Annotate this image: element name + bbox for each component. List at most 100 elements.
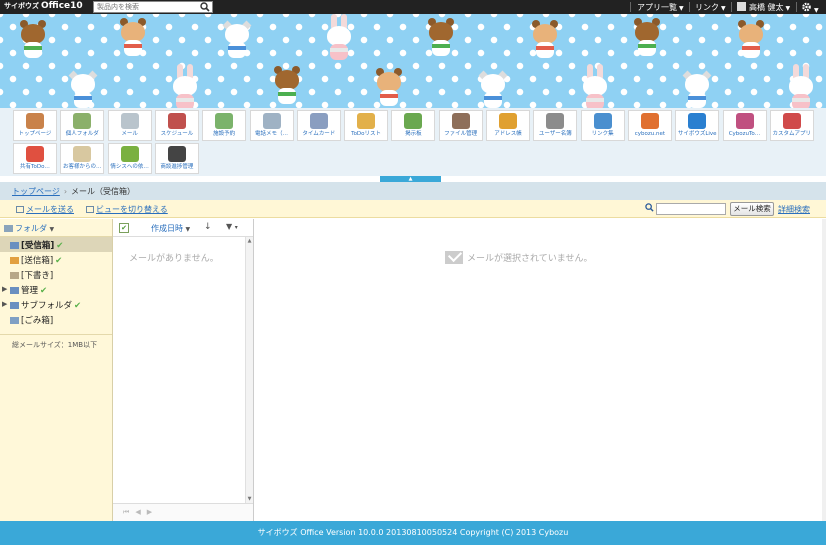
app-tile-label: 商談進捗管理 — [160, 164, 194, 170]
sort-dropdown[interactable]: 作成日時 ▼ — [151, 223, 190, 234]
app-list-menu[interactable]: アプリ一覧 ▼ — [637, 2, 684, 13]
request-box-icon — [120, 146, 139, 162]
folder-label: [ごみ箱] — [21, 316, 54, 326]
product-search-input[interactable] — [94, 2, 198, 12]
scroll-up-icon[interactable]: ▲ — [246, 237, 253, 245]
prev-page-icon[interactable]: ◀ — [135, 508, 146, 516]
links-label: リンク — [695, 3, 719, 12]
caret-down-icon: ▼ — [49, 226, 55, 233]
calendar-icon — [167, 113, 186, 129]
app-tile-label: お客様からの… — [63, 164, 102, 170]
user-avatar-icon — [737, 2, 746, 11]
app-tile[interactable]: 共有ToDo… — [13, 143, 57, 174]
app-tile[interactable]: ToDoリスト — [344, 110, 389, 141]
app-tile[interactable]: 商談進捗管理 — [154, 143, 199, 174]
app-tile[interactable]: CybozuTo… — [722, 110, 767, 141]
address-book-icon — [499, 113, 517, 129]
bear-illustration — [632, 18, 662, 58]
switch-view-link[interactable]: ビューを切り替える — [86, 204, 168, 215]
folder-item[interactable]: [下書き] — [0, 267, 112, 282]
app-tile[interactable]: ファイル管理 — [438, 110, 483, 141]
user-menu[interactable]: 高橋 健太 ▼ — [737, 2, 790, 13]
check-icon: ✔ — [40, 286, 48, 296]
folder-item[interactable]: ▶ 管理 ✔ — [0, 282, 112, 297]
folder-item[interactable]: [受信箱] ✔ — [0, 237, 112, 252]
mail-list-scrollbar[interactable]: ▲ ▼ — [245, 237, 253, 503]
expand-arrow-icon[interactable]: ▶ — [2, 285, 7, 293]
send-mail-link[interactable]: メールを送る — [16, 204, 74, 215]
scroll-down-icon[interactable]: ▼ — [246, 495, 253, 503]
links-menu[interactable]: リンク ▼ — [695, 2, 726, 13]
todo-icon — [357, 113, 376, 129]
app-tile[interactable]: 施設予約 — [202, 110, 247, 141]
folder-label: 管理 — [21, 286, 39, 296]
breadcrumb-current: メール（受信箱） — [71, 187, 136, 196]
app-tile[interactable]: 情シスへの依… — [107, 143, 152, 174]
expand-arrow-icon[interactable]: ▶ — [2, 300, 7, 308]
mail-list-pane: ✔ 作成日時 ▼ ↓ ▼ ▾ メールがありません。 ▲ ▼ ⏮◀▶ — [113, 219, 254, 521]
search-icon[interactable] — [200, 2, 210, 12]
shared-todo-icon — [26, 146, 44, 162]
headset-icon — [167, 146, 186, 162]
phone-memo-icon — [262, 113, 281, 129]
app-tile[interactable]: cybozu.net — [627, 110, 672, 141]
app-tile[interactable]: リンク集 — [580, 110, 625, 141]
top-bar: サイボウズOffice10 アプリ一覧▼ リンク▼ 高橋 健太▼ ▼ — [0, 0, 826, 14]
mail-list-header: ✔ 作成日時 ▼ ↓ ▼ ▾ — [113, 219, 253, 237]
folder-label: [送信箱] — [21, 256, 54, 266]
app-tile-label: 個人フォルダ — [65, 131, 99, 137]
custom-app-icon — [782, 113, 801, 129]
select-all-checkbox[interactable]: ✔ — [119, 223, 129, 233]
user-list-icon — [546, 113, 565, 129]
app-tile-label: スケジュール — [160, 131, 194, 137]
filter-button[interactable]: ▼ ▾ — [226, 222, 238, 231]
app-tile[interactable]: ユーザー名簿 — [533, 110, 578, 141]
divider — [689, 2, 690, 12]
next-page-icon[interactable]: ▶ — [147, 508, 158, 516]
app-tile[interactable]: メール — [107, 110, 152, 141]
action-bar: メールを送る ビューを切り替える メール検索 詳細検索 — [0, 200, 826, 218]
app-tile[interactable]: カスタムアプリ — [769, 110, 814, 141]
app-tile-label: 施設予約 — [213, 131, 236, 137]
app-tile-label: 電話メモ（… — [254, 131, 288, 137]
app-tile[interactable]: 個人フォルダ — [60, 110, 105, 141]
app-tile[interactable]: スケジュール — [154, 110, 199, 141]
mail-search-button[interactable]: メール検索 — [730, 202, 774, 216]
divider — [796, 2, 797, 12]
folder-item[interactable]: [ごみ箱] — [0, 312, 112, 327]
folder-item[interactable]: [送信箱] ✔ — [0, 252, 112, 267]
caret-down-icon: ▼ — [785, 5, 791, 12]
bulletin-board-icon — [404, 113, 423, 129]
mail-list-pager: ⏮◀▶ — [113, 503, 253, 521]
app-tile[interactable]: トップページ — [13, 110, 57, 141]
app-tile-label: ファイル管理 — [444, 131, 478, 137]
advanced-search-link[interactable]: 詳細検索 — [778, 204, 810, 215]
app-tile[interactable]: お客様からの… — [60, 143, 105, 174]
user-name: 高橋 健太 — [749, 3, 784, 12]
live-icon — [688, 113, 707, 129]
app-tile-label: 情シスへの依… — [110, 164, 149, 170]
folder-item[interactable]: ▶ サブフォルダ ✔ — [0, 297, 112, 312]
app-tile[interactable]: サイボウズLive — [675, 110, 720, 141]
folder-icon — [10, 242, 19, 249]
no-mail-selected-text: メールが選択されていません。 — [467, 254, 593, 264]
cybozu-office-logo[interactable]: サイボウズ Office10 — [4, 1, 83, 11]
sort-order-icon[interactable]: ↓ — [204, 222, 212, 232]
check-icon: ✔ — [56, 241, 64, 251]
folder-icon — [10, 257, 19, 264]
folder-label: [下書き] — [21, 271, 54, 281]
app-tile[interactable]: 掲示板 — [391, 110, 436, 141]
settings-menu[interactable]: ▼ — [801, 2, 819, 14]
app-tile[interactable]: アドレス帳 — [486, 110, 530, 141]
rabbit-illustration — [324, 14, 354, 62]
page-scrollbar[interactable] — [822, 219, 826, 521]
mail-search-input[interactable] — [656, 203, 726, 215]
folder-header[interactable]: フォルダ ▼ — [0, 219, 112, 237]
app-tile[interactable]: タイムカード — [296, 110, 341, 141]
dog-illustration — [374, 68, 404, 108]
first-page-icon[interactable]: ⏮ — [123, 508, 135, 516]
app-tile[interactable]: 電話メモ（… — [249, 110, 294, 141]
app-tile-label: 掲示板 — [405, 131, 422, 137]
logo-prefix: サイボウズ — [4, 2, 39, 10]
breadcrumb-home-link[interactable]: トップページ — [12, 187, 60, 196]
